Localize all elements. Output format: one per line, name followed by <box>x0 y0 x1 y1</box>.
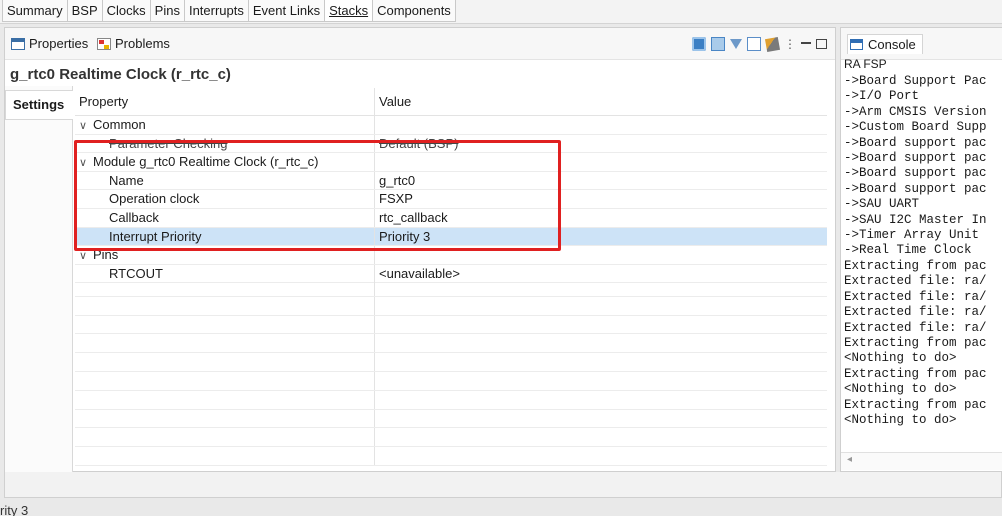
table-row-common[interactable]: ∨ Common <box>75 116 827 135</box>
table-row <box>75 390 827 410</box>
console-header: RA FSP <box>844 57 887 71</box>
chevron-down-icon[interactable]: ∨ <box>79 117 93 134</box>
panel-tab-bar: Properties Problems ⋮ <box>5 28 835 60</box>
empty-table-rows <box>75 278 827 466</box>
console-line: <Nothing to do> <box>844 382 957 397</box>
console-line: <Nothing to do> <box>844 412 957 427</box>
console-tab-bar: Console <box>841 28 1002 60</box>
page-title: g_rtc0 Realtime Clock (r_rtc_c) <box>10 66 231 83</box>
console-line: Extracted file: ra/ <box>844 274 987 289</box>
console-line: ->Board support pac <box>844 166 987 181</box>
scroll-left-icon[interactable]: ◂ <box>847 454 852 465</box>
highlight-box <box>74 140 561 251</box>
table-row <box>75 296 827 316</box>
bottom-clipped-text: rity 3 <box>0 503 29 516</box>
tab-components[interactable]: Components <box>372 0 456 22</box>
table-row <box>75 278 827 297</box>
console-icon <box>850 39 863 50</box>
header-property: Property <box>75 88 375 115</box>
console-line: Extracting from pac <box>844 258 987 273</box>
console-line: ->Board support pac <box>844 181 987 196</box>
console-line: Extracted file: ra/ <box>844 320 987 335</box>
pin-view-icon[interactable] <box>692 37 706 51</box>
tab-problems-label: Problems <box>115 36 170 51</box>
console-line: ->Board support pac <box>844 151 987 166</box>
tab-event-links[interactable]: Event Links <box>247 0 326 22</box>
console-line: Extracted file: ra/ <box>844 289 987 304</box>
table-row <box>75 334 827 354</box>
tab-stacks[interactable]: Stacks <box>324 0 374 22</box>
console-line: <Nothing to do> <box>844 351 957 366</box>
console-line: Extracting from pac <box>844 397 987 412</box>
restore-default-icon[interactable] <box>764 36 781 52</box>
tab-summary[interactable]: Summary <box>2 0 68 22</box>
tab-bsp[interactable]: BSP <box>66 0 103 22</box>
console-line: ->Timer Array Unit <box>844 228 980 243</box>
editor-tab-strip: Summary BSP Clocks Pins Interrupts Event… <box>0 0 1002 24</box>
problems-icon <box>97 38 111 50</box>
console-line: Extracted file: ra/ <box>844 305 987 320</box>
console-output: ->Board Support Pac ->I/O Port ->Arm CMSIS… <box>844 74 987 428</box>
console-line: Extracting from pac <box>844 366 987 381</box>
console-line: ->Real Time Clock <box>844 243 972 258</box>
row-value <box>375 116 827 134</box>
tab-properties[interactable]: Properties <box>11 34 88 54</box>
table-row <box>75 409 827 429</box>
console-line: ->SAU UART <box>844 197 920 212</box>
table-row <box>75 428 827 448</box>
status-bar <box>4 472 1002 498</box>
console-line: ->Board support pac <box>844 135 987 150</box>
tab-problems[interactable]: Problems <box>97 34 170 54</box>
tab-clocks[interactable]: Clocks <box>101 0 151 22</box>
console-line: ->I/O Port <box>844 89 920 104</box>
table-header: Property Value <box>75 88 827 116</box>
console-line: ->Arm CMSIS Version <box>844 104 987 119</box>
console-line: ->SAU I2C Master In <box>844 212 987 227</box>
row-property: Common <box>93 117 146 132</box>
filter-icon[interactable] <box>730 39 742 49</box>
tab-settings[interactable]: Settings <box>5 90 73 120</box>
show-categories-icon[interactable] <box>711 37 725 51</box>
console-line: ->Custom Board Supp <box>844 120 987 135</box>
console-panel: Console RA FSP ->Board Support Pac ->I/O … <box>840 27 1002 472</box>
minimize-icon[interactable] <box>801 42 811 44</box>
console-line: ->Board Support Pac <box>844 74 987 88</box>
horizontal-scrollbar[interactable]: ◂ <box>841 452 1002 470</box>
view-menu-icon[interactable]: ⋮ <box>784 38 796 50</box>
tab-pins[interactable]: Pins <box>149 0 185 22</box>
panel-toolbar: ⋮ <box>692 34 827 54</box>
tab-interrupts[interactable]: Interrupts <box>183 0 249 22</box>
table-row <box>75 447 827 466</box>
show-advanced-icon[interactable] <box>747 37 761 51</box>
table-row <box>75 315 827 335</box>
table-row <box>75 371 827 391</box>
console-line: Extracting from pac <box>844 335 987 350</box>
table-row <box>75 353 827 372</box>
tab-console-label: Console <box>868 36 916 52</box>
properties-icon <box>11 38 25 50</box>
tab-properties-label: Properties <box>29 36 89 51</box>
maximize-icon[interactable] <box>816 39 827 49</box>
settings-sidebar: Settings <box>5 86 73 472</box>
tab-console[interactable]: Console <box>847 34 923 54</box>
header-value: Value <box>379 94 412 109</box>
